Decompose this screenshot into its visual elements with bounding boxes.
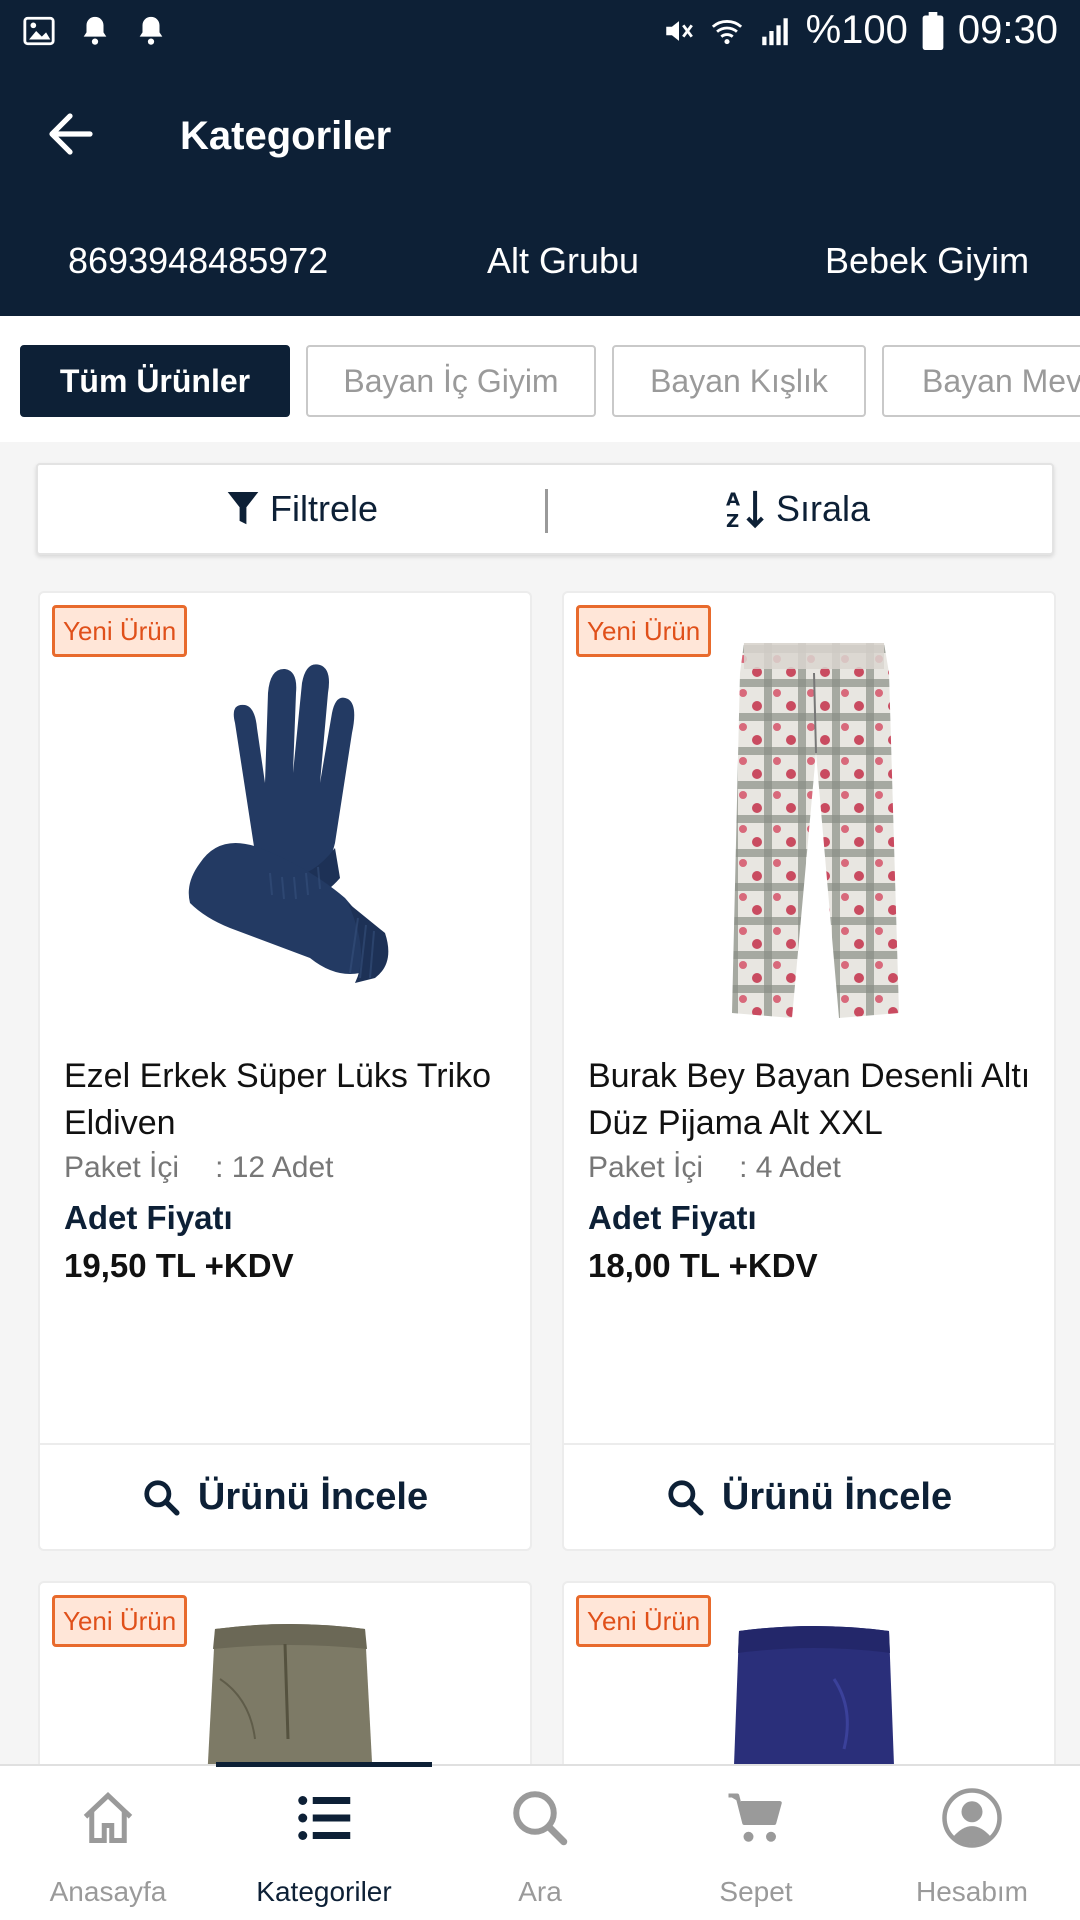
nav-cart[interactable]: Sepet — [648, 1766, 864, 1920]
unit-price-label: Adet Fiyatı — [588, 1199, 757, 1236]
sort-az-icon: AZ — [726, 489, 764, 531]
unit-price: 19,50 TL +KDV — [64, 1247, 294, 1284]
inspect-product-button[interactable]: Ürünü İncele — [40, 1445, 530, 1549]
sort-button[interactable]: AZ Sırala — [726, 465, 870, 553]
nav-account[interactable]: Hesabım — [864, 1766, 1080, 1920]
bottom-navigation: Anasayfa Kategoriler Ara Sepet Hesabım — [0, 1762, 1080, 1920]
nav-categories[interactable]: Kategoriler — [216, 1766, 432, 1920]
bell-icon — [83, 16, 107, 45]
sort-label: Sırala — [776, 488, 871, 529]
signal-icon — [761, 17, 788, 45]
search-icon — [144, 1480, 180, 1516]
app-bar: Kategoriler 8693948485972 Alt Grubu Bebe… — [0, 64, 1080, 316]
product-image-pajama-pants — [732, 643, 899, 1018]
inspect-product-label: Ürünü İncele — [721, 1475, 953, 1518]
search-icon — [668, 1480, 704, 1516]
account-icon — [942, 1788, 1002, 1848]
tab-women-underwear[interactable]: Bayan İç Giyim — [306, 345, 596, 417]
status-system: %100 09:30 — [662, 8, 1058, 53]
breadcrumb: 8693948485972 Alt Grubu Bebek Giyim — [0, 240, 1080, 310]
toolbar-divider — [545, 489, 548, 533]
breadcrumb-subgroup[interactable]: Alt Grubu — [487, 240, 639, 282]
nav-cart-label: Sepet — [719, 1876, 793, 1907]
filter-label: Filtrele — [270, 488, 379, 529]
page-title: Kategoriler — [180, 114, 392, 158]
svg-text:Z: Z — [726, 511, 739, 531]
inspect-product-label: Ürünü İncele — [197, 1475, 429, 1518]
inspect-product-button[interactable]: Ürünü İncele — [564, 1445, 1054, 1549]
status-bar: %100 09:30 — [0, 0, 1080, 64]
bell-icon — [139, 16, 163, 45]
package-info: Paket İçi : 4 Adet — [588, 1151, 841, 1185]
tab-women-winter[interactable]: Bayan Kışlık — [612, 345, 866, 417]
screen: %100 09:30 Kategoriler 8693948485972 Alt… — [0, 0, 1080, 1920]
nav-home[interactable]: Anasayfa — [0, 1766, 216, 1920]
breadcrumb-barcode[interactable]: 8693948485972 — [68, 240, 328, 282]
mute-icon — [665, 20, 693, 41]
product-image-gloves — [188, 664, 389, 983]
product-name: Burak Bey Bayan Desenli Altı Düz Pijama … — [588, 1057, 1031, 1142]
nav-search-label: Ara — [518, 1876, 562, 1907]
status-time: 09:30 — [957, 8, 1058, 52]
nav-categories-label: Kategoriler — [256, 1876, 392, 1907]
list-icon — [298, 1796, 351, 1840]
product-card[interactable]: Yeni Ürün Burak Bey Bayan Desenli Altı D… — [562, 591, 1056, 1551]
filter-button[interactable]: Filtrele — [226, 465, 378, 553]
back-button[interactable] — [40, 104, 100, 164]
category-tabs: Tüm Ürünler Bayan İç Giyim Bayan Kışlık … — [0, 316, 1080, 442]
nav-search[interactable]: Ara — [432, 1766, 648, 1920]
wifi-icon — [711, 19, 742, 44]
breadcrumb-category[interactable]: Bebek Giyim — [825, 240, 1029, 282]
filter-sort-bar: Filtrele AZ Sırala — [36, 463, 1054, 555]
search-icon — [513, 1791, 568, 1846]
tab-women-seasonal[interactable]: Bayan Mev — [882, 345, 1080, 417]
svg-text:A: A — [726, 489, 740, 510]
tab-all-products[interactable]: Tüm Ürünler — [20, 345, 290, 417]
home-icon — [83, 1792, 133, 1843]
cart-icon — [728, 1793, 782, 1842]
arrow-left-icon — [49, 113, 93, 155]
product-card[interactable]: Yeni Ürün Ezel Erkek Süper Lüks Triko El… — [38, 591, 532, 1551]
status-notifications — [22, 14, 168, 48]
package-value: : 12 Adet — [215, 1151, 334, 1184]
nav-account-label: Hesabım — [915, 1876, 1029, 1907]
package-label: Paket İçi — [64, 1151, 180, 1184]
unit-price: 18,00 TL +KDV — [588, 1247, 818, 1284]
battery-percent: %100 — [805, 8, 908, 52]
package-label: Paket İçi — [588, 1151, 704, 1184]
package-value: : 4 Adet — [739, 1151, 841, 1184]
battery-icon — [922, 11, 944, 50]
package-info: Paket İçi : 12 Adet — [64, 1151, 334, 1185]
unit-price-label: Adet Fiyatı — [64, 1199, 233, 1236]
product-name: Ezel Erkek Süper Lüks Triko Eldiven — [64, 1057, 492, 1142]
filter-icon — [227, 492, 259, 525]
image-icon — [23, 16, 55, 46]
nav-home-label: Anasayfa — [49, 1876, 167, 1907]
